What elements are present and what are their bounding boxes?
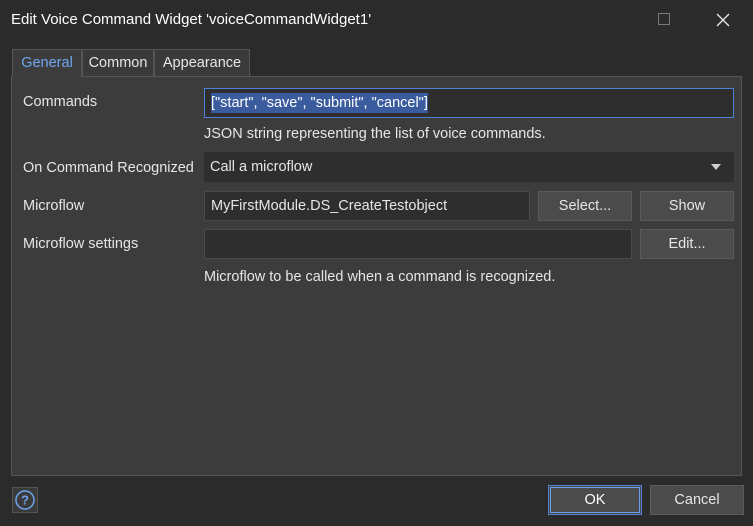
- tab-general[interactable]: General: [12, 49, 82, 77]
- microflow-value: MyFirstModule.DS_CreateTestobject: [211, 198, 448, 214]
- commands-hint: JSON string representing the list of voi…: [204, 126, 546, 142]
- window-title: Edit Voice Command Widget 'voiceCommandW…: [11, 11, 372, 28]
- ok-button[interactable]: OK: [548, 485, 642, 515]
- microflow-settings-label: Microflow settings: [23, 236, 139, 252]
- show-microflow-button[interactable]: Show: [640, 191, 734, 221]
- commands-input[interactable]: ["start", "save", "submit", "cancel"]: [204, 88, 734, 118]
- on-command-recognized-value: Call a microflow: [210, 159, 313, 175]
- maximize-icon: [658, 13, 670, 25]
- microflow-input[interactable]: MyFirstModule.DS_CreateTestobject: [204, 191, 530, 221]
- on-command-recognized-label: On Command Recognized: [23, 160, 194, 176]
- close-button[interactable]: [700, 0, 746, 40]
- microflow-settings-hint: Microflow to be called when a command is…: [204, 269, 556, 285]
- help-button[interactable]: ?: [12, 487, 38, 513]
- general-panel: Commands ["start", "save", "submit", "ca…: [11, 76, 742, 476]
- commands-label: Commands: [23, 94, 98, 110]
- tab-common[interactable]: Common: [82, 49, 154, 76]
- dialog-content: General Common Appearance Commands ["sta…: [0, 40, 753, 526]
- edit-microflow-settings-button[interactable]: Edit...: [640, 229, 734, 259]
- microflow-settings-input[interactable]: [204, 229, 632, 259]
- maximize-button[interactable]: [642, 0, 688, 40]
- dialog-window: Edit Voice Command Widget 'voiceCommandW…: [0, 0, 753, 526]
- close-icon: [716, 13, 730, 27]
- chevron-down-icon: [711, 164, 721, 170]
- title-bar: Edit Voice Command Widget 'voiceCommandW…: [0, 0, 753, 40]
- svg-text:?: ?: [21, 493, 29, 508]
- tab-appearance[interactable]: Appearance: [154, 49, 250, 76]
- help-icon: ?: [12, 487, 38, 513]
- cancel-button[interactable]: Cancel: [650, 485, 744, 515]
- on-command-recognized-select[interactable]: Call a microflow: [204, 152, 734, 182]
- select-microflow-button[interactable]: Select...: [538, 191, 632, 221]
- commands-value: ["start", "save", "submit", "cancel"]: [211, 93, 428, 113]
- microflow-label: Microflow: [23, 198, 85, 214]
